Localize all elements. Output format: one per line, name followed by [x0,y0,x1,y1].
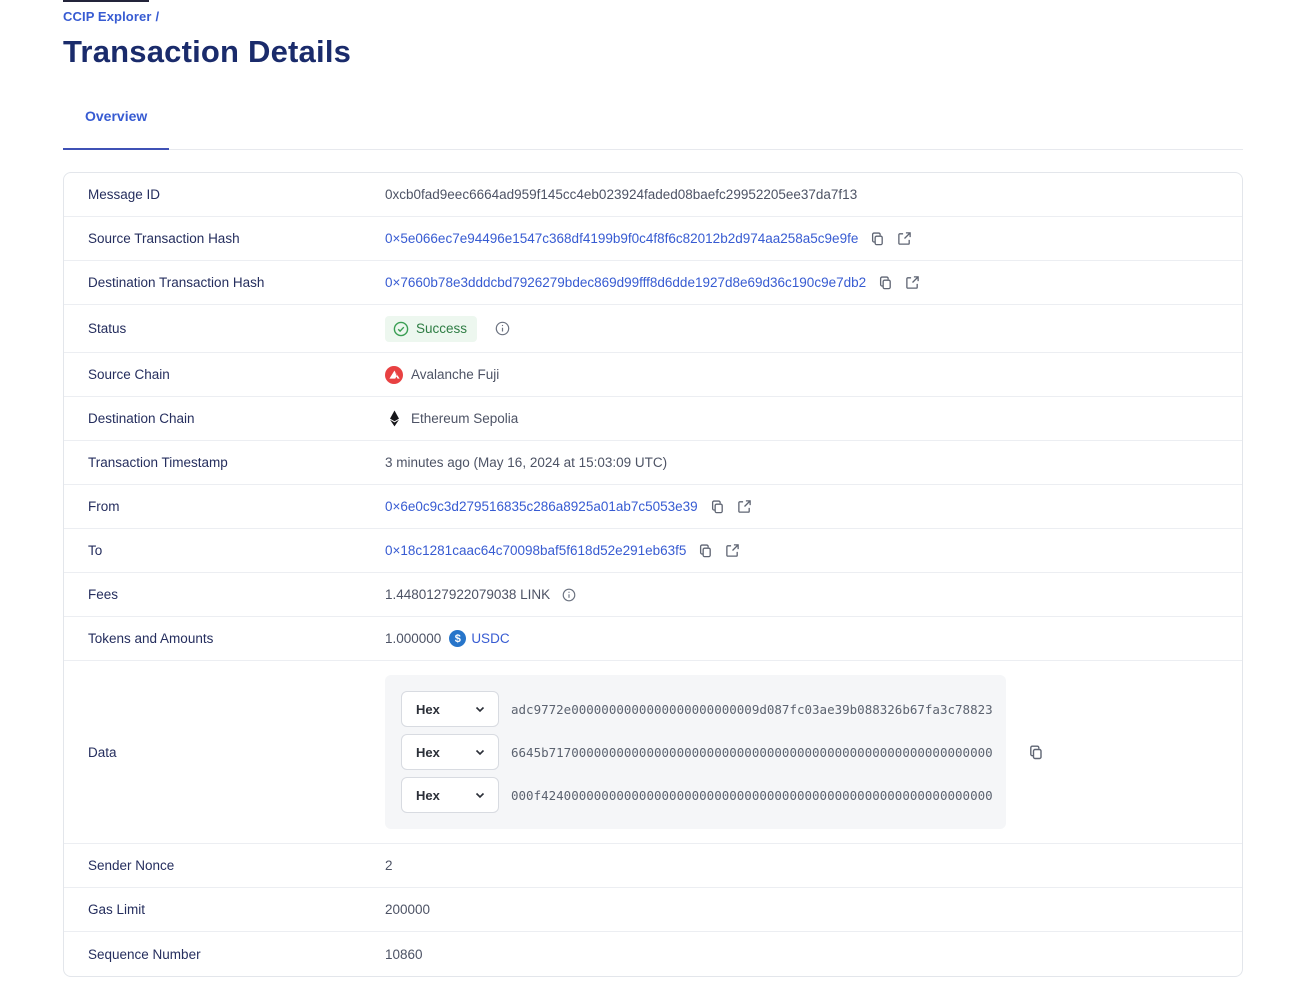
source-tx-copy-button[interactable] [870,231,885,246]
data-hex-value: adc9772e0000000000000000000000009d087fc0… [511,702,993,717]
cropped-nav-fragment [63,0,149,2]
chevron-down-icon [474,703,486,715]
row-sequence-number: Sequence Number 10860 [64,932,1242,976]
tokens-and-amounts-label: Tokens and Amounts [88,631,385,646]
transaction-timestamp-label: Transaction Timestamp [88,455,385,470]
check-circle-icon [393,321,409,337]
to-copy-button[interactable] [698,543,713,558]
destination-chain-value: Ethereum Sepolia [411,411,518,426]
row-destination-chain: Destination Chain Ethereum Sepolia [64,397,1242,441]
avalanche-icon [385,366,403,384]
data-hex-value: 000f424000000000000000000000000000000000… [511,788,993,803]
destination-tx-hash-label: Destination Transaction Hash [88,275,385,290]
data-format-select-value: Hex [416,702,440,717]
source-chain-value: Avalanche Fuji [411,367,499,382]
to-external-link-button[interactable] [725,543,740,558]
row-from: From 0×6e0c9c3d279516835c286a8925a01ab7c… [64,485,1242,529]
from-copy-button[interactable] [710,499,725,514]
destination-tx-external-link-button[interactable] [905,275,920,290]
row-status: Status Success [64,305,1242,353]
data-format-select[interactable]: Hex [401,777,499,813]
status-badge: Success [385,316,477,342]
data-copy-button[interactable] [1028,744,1044,760]
chevron-down-icon [474,746,486,758]
data-line: Hex adc9772e0000000000000000000000009d08… [401,691,990,727]
status-info-button[interactable] [495,321,510,336]
data-line: Hex 000f42400000000000000000000000000000… [401,777,990,813]
row-source-tx-hash: Source Transaction Hash 0×5e066ec7e94496… [64,217,1242,261]
external-link-icon [725,543,740,558]
tab-overview[interactable]: Overview [63,108,169,150]
row-fees: Fees 1.4480127922079038 LINK [64,573,1242,617]
destination-chain-label: Destination Chain [88,411,385,426]
info-icon [495,321,510,336]
external-link-icon [905,275,920,290]
fees-value: 1.4480127922079038 LINK [385,587,550,602]
to-address-link[interactable]: 0×18c1281caac64c70098baf5f618d52e291eb63… [385,543,686,558]
source-tx-hash-link[interactable]: 0×5e066ec7e94496e1547c368df4199b9f0c4f8f… [385,231,858,246]
usdc-token-link[interactable]: USDC [471,631,509,646]
data-hex-box: Hex adc9772e0000000000000000000000009d08… [385,675,1006,829]
sender-nonce-label: Sender Nonce [88,858,385,873]
destination-tx-hash-link[interactable]: 0×7660b78e3dddcbd7926279bdec869d99fff8d6… [385,275,866,290]
data-format-select[interactable]: Hex [401,691,499,727]
gas-limit-value: 200000 [385,902,430,917]
row-sender-nonce: Sender Nonce 2 [64,844,1242,888]
breadcrumb-separator: / [155,9,159,24]
copy-icon [698,543,713,558]
page-title: Transaction Details [63,33,1243,71]
copy-icon [710,499,725,514]
breadcrumb-ccip-explorer-link[interactable]: CCIP Explorer [63,9,151,24]
copy-icon [870,231,885,246]
transaction-timestamp-value: 3 minutes ago (May 16, 2024 at 15:03:09 … [385,455,667,470]
source-tx-hash-label: Source Transaction Hash [88,231,385,246]
status-label: Status [88,321,385,336]
message-id-value: 0xcb0fad9eec6664ad959f145cc4eb023924fade… [385,187,857,202]
data-label: Data [88,745,385,760]
copy-icon [878,275,893,290]
gas-limit-label: Gas Limit [88,902,385,917]
row-data: Data Hex adc9772e00000000000000000000000… [64,661,1242,844]
token-amount-value: 1.000000 [385,631,441,646]
row-tokens-and-amounts: Tokens and Amounts 1.000000 $ USDC [64,617,1242,661]
breadcrumb: CCIP Explorer / [63,9,1243,24]
data-line: Hex 6645b7170000000000000000000000000000… [401,734,990,770]
sequence-number-label: Sequence Number [88,947,385,962]
data-format-select[interactable]: Hex [401,734,499,770]
fees-label: Fees [88,587,385,602]
message-id-label: Message ID [88,187,385,202]
transaction-details-card: Message ID 0xcb0fad9eec6664ad959f145cc4e… [63,172,1243,977]
from-label: From [88,499,385,514]
status-badge-text: Success [416,321,467,336]
from-address-link[interactable]: 0×6e0c9c3d279516835c286a8925a01ab7c5053e… [385,499,698,514]
data-hex-value: 6645b71700000000000000000000000000000000… [511,745,993,760]
data-format-select-value: Hex [416,745,440,760]
row-message-id: Message ID 0xcb0fad9eec6664ad959f145cc4e… [64,173,1242,217]
usdc-icon: $ [449,630,466,647]
copy-icon [1028,744,1044,760]
external-link-icon [737,499,752,514]
source-tx-external-link-button[interactable] [897,231,912,246]
external-link-icon [897,231,912,246]
row-gas-limit: Gas Limit 200000 [64,888,1242,932]
info-icon [562,588,576,602]
ethereum-icon [385,410,403,428]
fees-info-button[interactable] [562,588,576,602]
chevron-down-icon [474,789,486,801]
from-external-link-button[interactable] [737,499,752,514]
to-label: To [88,543,385,558]
transaction-details-page: CCIP Explorer / Transaction Details Overv… [0,0,1305,997]
destination-tx-copy-button[interactable] [878,275,893,290]
source-chain-label: Source Chain [88,367,385,382]
row-transaction-timestamp: Transaction Timestamp 3 minutes ago (May… [64,441,1242,485]
row-destination-tx-hash: Destination Transaction Hash 0×7660b78e3… [64,261,1242,305]
row-to: To 0×18c1281caac64c70098baf5f618d52e291e… [64,529,1242,573]
sequence-number-value: 10860 [385,947,423,962]
row-source-chain: Source Chain Avalanche Fuji [64,353,1242,397]
sender-nonce-value: 2 [385,858,393,873]
tab-bar: Overview [63,108,1243,150]
data-format-select-value: Hex [416,788,440,803]
